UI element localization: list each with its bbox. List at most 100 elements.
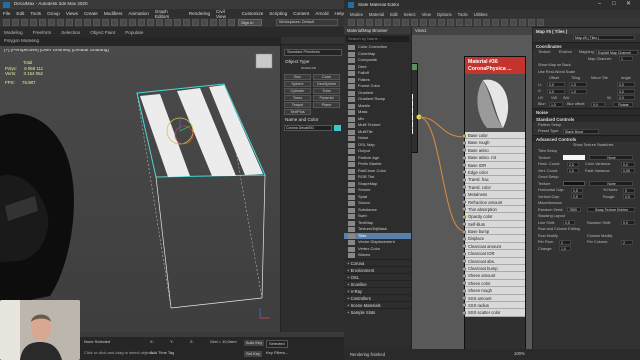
toolbar-tool-icon[interactable] [147, 19, 154, 26]
swap-texture-button[interactable]: Swap Texture Entries [587, 207, 635, 213]
tile-color-swatch[interactable] [563, 155, 585, 161]
menu-item-animation[interactable]: Animation [128, 11, 148, 16]
auto-key-button[interactable]: Auto Key [244, 340, 265, 346]
blur-input[interactable]: 1,0 [549, 101, 563, 107]
material-slot[interactable]: Base bump [462, 228, 525, 236]
ribbon-tab-freeform[interactable]: Freeform [33, 30, 52, 35]
line-shift-input[interactable]: 0,5 [563, 220, 575, 226]
row-modify-checkbox[interactable]: Row Modify [538, 234, 558, 238]
menu-item-graph-editors[interactable]: Graph Editors [155, 9, 183, 19]
slate-tool-icon[interactable] [483, 19, 490, 26]
create-textplus-button[interactable]: TextPlus [284, 109, 311, 115]
rough-input[interactable]: 0,0 [623, 194, 635, 200]
input-socket-icon[interactable] [462, 281, 466, 286]
v-offset-input[interactable]: 0,0 [547, 88, 565, 94]
key-filters-button[interactable]: Key Filters... [266, 351, 288, 355]
menu-item-content[interactable]: Content [293, 11, 309, 16]
object-type-header[interactable]: Object Type [281, 59, 309, 64]
holes-input[interactable]: 0 [623, 187, 635, 193]
slate-tool-icon[interactable] [393, 19, 400, 26]
coordinates-header[interactable]: Coordinates [533, 42, 640, 49]
input-socket-icon[interactable] [462, 192, 466, 197]
slate-tool-icon[interactable] [474, 19, 481, 26]
material-slot[interactable]: Edge color [462, 168, 525, 177]
material-slot[interactable]: Base IOR [462, 161, 525, 169]
w-angle-input[interactable]: 0,0 [617, 95, 635, 101]
set-key-button[interactable]: Set Key [244, 351, 263, 357]
create-tube-button[interactable]: Tube [313, 88, 340, 94]
menu-item-group[interactable]: Group [47, 11, 60, 16]
horiz-count-input[interactable]: 2,0 [567, 161, 579, 167]
change-input[interactable]: 1,0 [559, 246, 571, 252]
texture-radio[interactable]: Texture [538, 50, 550, 54]
toolbar-tool-icon[interactable] [183, 19, 190, 26]
slate-tool-icon[interactable] [420, 19, 427, 26]
material-slot[interactable]: Refraction amount [462, 198, 525, 206]
toolbar-tool-icon[interactable] [102, 19, 109, 26]
material-slot[interactable]: SSS radius [462, 301, 525, 310]
slate-tool-icon[interactable] [528, 19, 535, 26]
perspective-viewport[interactable]: [+] [Perspective] [User Defined] [Defaul… [0, 46, 280, 332]
horiz-gap-input[interactable]: 0,5 [571, 187, 583, 193]
toolbar-tool-icon[interactable] [111, 19, 118, 26]
workspace-dropdown[interactable]: Workspaces: Default [276, 19, 338, 26]
create-category-dropdown[interactable]: Standard Primitives [284, 49, 342, 56]
vert-gap-input[interactable]: 0,5 [571, 194, 583, 200]
input-socket-icon[interactable] [462, 140, 466, 145]
uv-radio[interactable]: UV [538, 96, 543, 100]
slate-menu-edit[interactable]: Edit [390, 12, 397, 17]
menu-item-edit[interactable]: Edit [16, 11, 24, 16]
browser-category[interactable]: + Scene Materials [344, 300, 411, 308]
color-var-input[interactable]: 0,0 [621, 161, 635, 167]
ribbon-tab-modeling[interactable]: Modeling [4, 30, 23, 35]
material-slot[interactable]: Clearcoat bump [462, 265, 525, 273]
menu-item-create[interactable]: Create [84, 11, 98, 16]
advanced-controls-header[interactable]: Advanced Controls [533, 134, 640, 142]
menu-item-scripting[interactable]: Scripting [269, 11, 287, 16]
v-tiling-input[interactable]: 1,0 [569, 88, 587, 94]
map-name-input[interactable]: Map #5 ( Tiles ) [573, 34, 635, 40]
input-socket-icon[interactable] [462, 296, 466, 301]
material-slot[interactable]: SSS amount [462, 294, 525, 302]
input-socket-icon[interactable] [462, 185, 466, 190]
input-socket-icon[interactable] [462, 273, 466, 278]
u-offset-input[interactable]: 0,0 [547, 82, 565, 88]
input-socket-icon[interactable] [462, 177, 466, 182]
toolbar-tool-icon[interactable] [48, 19, 55, 26]
input-socket-icon[interactable] [462, 170, 466, 175]
toolbar-tool-icon[interactable] [93, 19, 100, 26]
toolbar-tool-icon[interactable] [156, 19, 163, 26]
browser-category[interactable]: + V-Ray [344, 286, 411, 294]
mapping-dropdown[interactable]: Explicit Map Channel [596, 49, 638, 55]
create-torus-button[interactable]: Torus [284, 95, 311, 101]
create-cone-button[interactable]: Cone [313, 74, 340, 80]
slate-tool-icon[interactable] [465, 19, 472, 26]
object-name-input[interactable]: Corona Decal001 [284, 125, 332, 131]
material-node-title[interactable]: Material #36 CoronaPhysica ... [465, 57, 525, 74]
input-socket-icon[interactable] [462, 148, 466, 153]
slate-tool-icon[interactable] [357, 19, 364, 26]
menu-item-views[interactable]: Views [66, 11, 78, 16]
material-slot[interactable]: Displace [462, 235, 525, 243]
browser-search-input[interactable]: Search by Name ... [346, 36, 409, 42]
browser-category[interactable]: + Corona [344, 258, 411, 266]
toolbar-tool-icon[interactable] [84, 19, 91, 26]
menu-item-tools[interactable]: Tools [30, 11, 41, 16]
toolbar-tool-icon[interactable] [174, 19, 181, 26]
input-socket-icon[interactable] [462, 310, 466, 315]
material-slot[interactable]: Clearcoat amount [462, 242, 525, 251]
toolbar-tool-icon[interactable] [165, 19, 172, 26]
slate-menu-material[interactable]: Material [369, 12, 384, 17]
material-slot[interactable]: Sheen rough [462, 287, 525, 295]
slate-tool-icon[interactable] [411, 19, 418, 26]
toolbar-tool-icon[interactable] [120, 19, 127, 26]
menu-item-rendering[interactable]: Rendering [189, 11, 210, 16]
slate-tool-icon[interactable] [402, 19, 409, 26]
slate-tool-icon[interactable] [348, 19, 355, 26]
menu-item-help[interactable]: Help [335, 11, 344, 16]
input-socket-icon[interactable] [462, 303, 466, 308]
grout-texture-button[interactable]: None [589, 181, 633, 187]
browser-category[interactable]: + Environment [344, 265, 411, 273]
input-socket-icon[interactable] [462, 222, 466, 227]
create-plane-button[interactable]: Plane [313, 102, 340, 108]
